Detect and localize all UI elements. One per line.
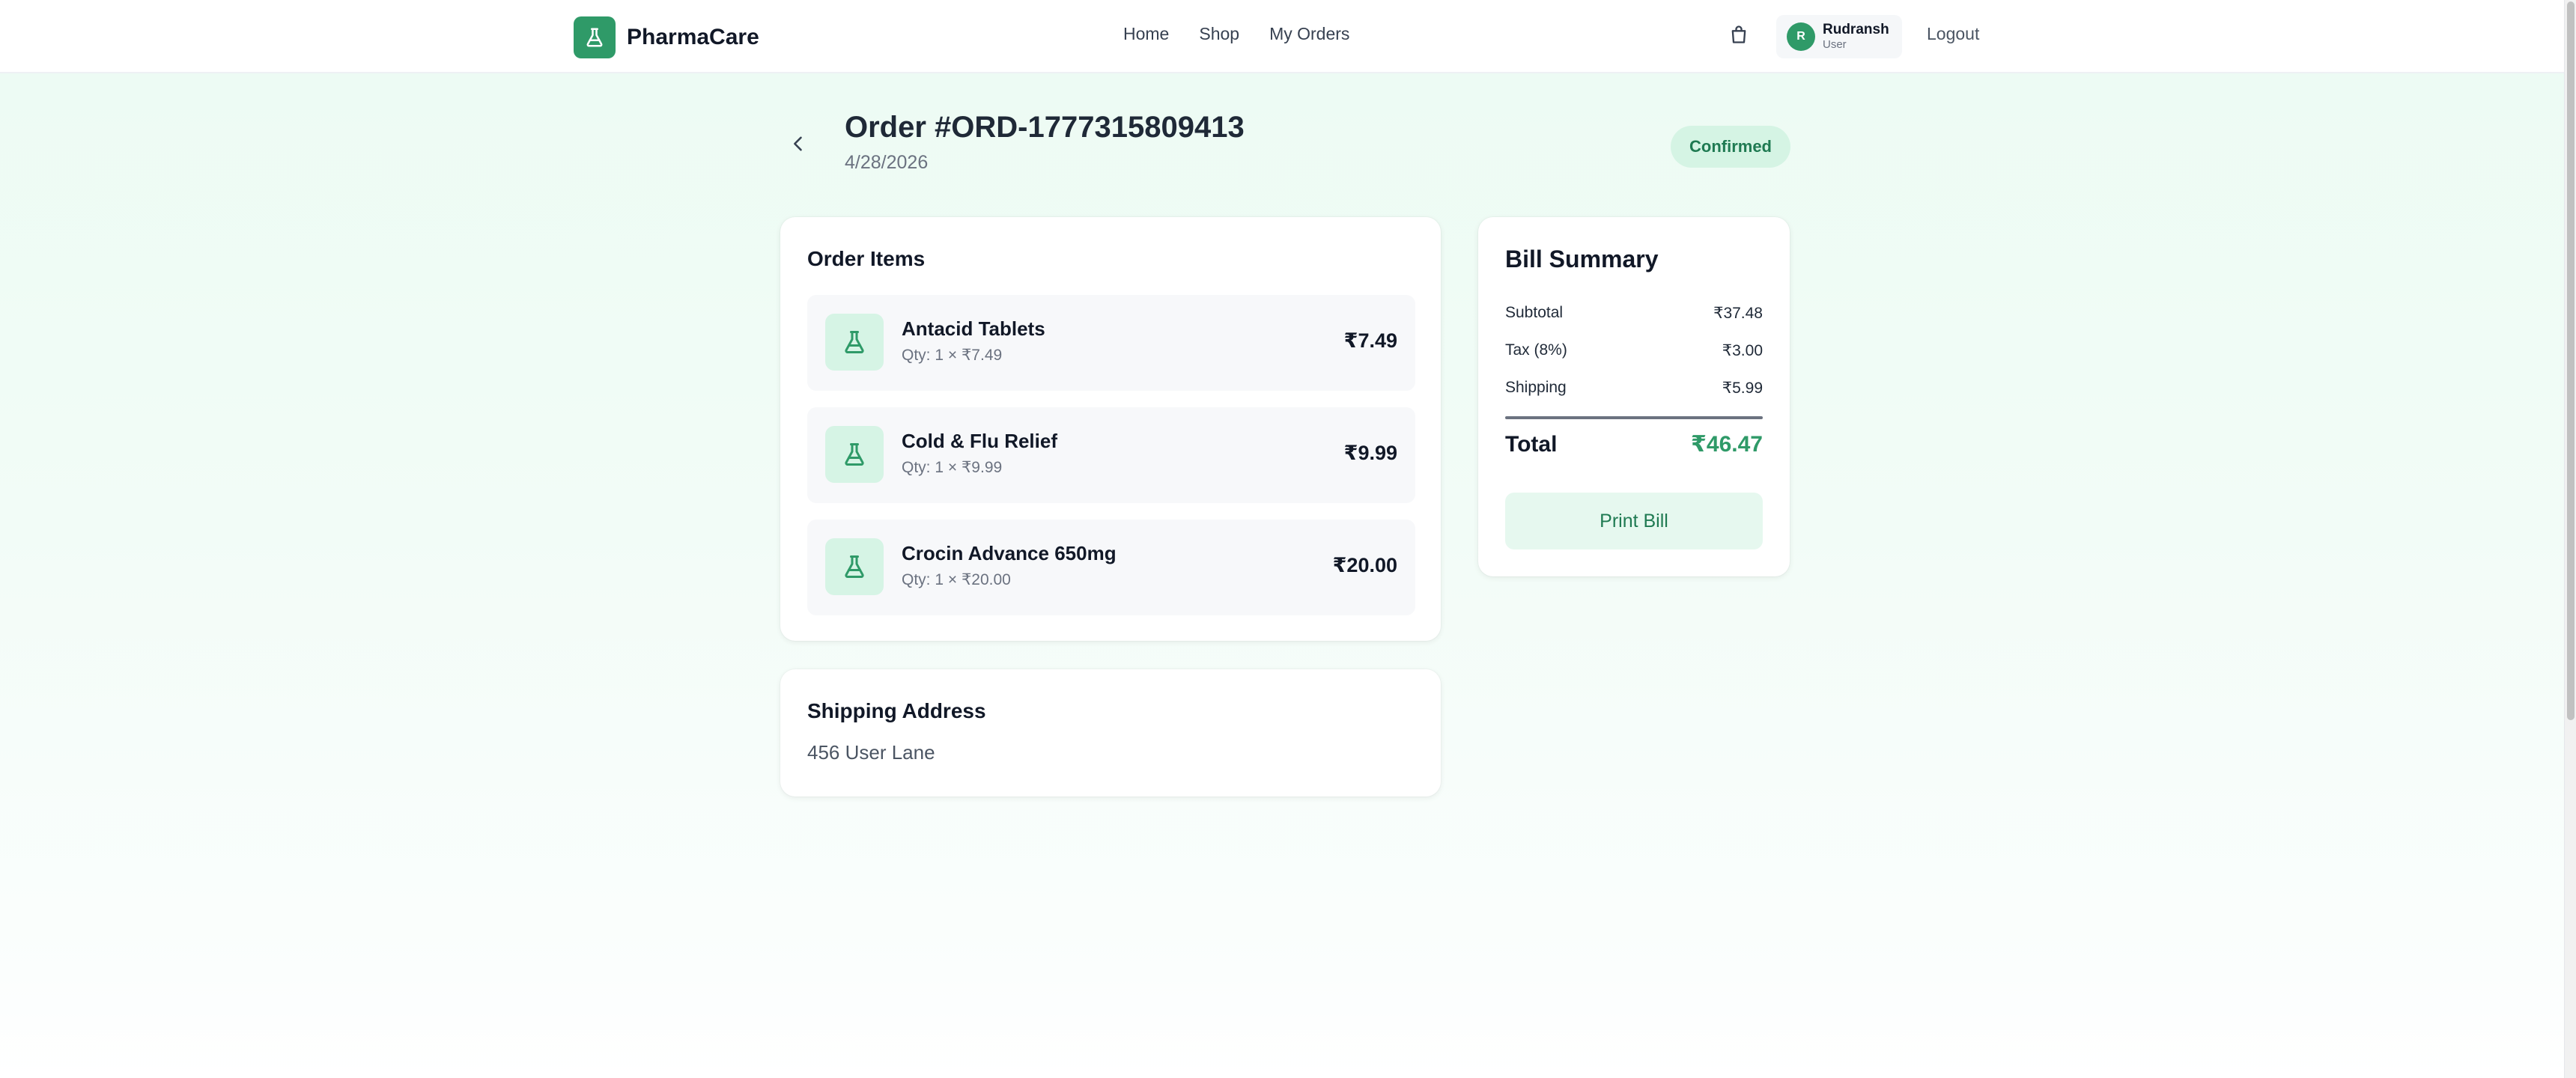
logout-button[interactable]: Logout (1927, 24, 1979, 44)
page-title: Order #ORD-1777315809413 (845, 111, 1245, 144)
shipping-address-card: Shipping Address 456 User Lane (780, 669, 1441, 797)
item-price: ₹7.49 (1343, 329, 1397, 352)
item-qty: Qty: 1 × ₹7.49 (902, 347, 1003, 364)
item-qty: Qty: 1 × ₹9.99 (902, 459, 1003, 476)
shopping-bag-icon (1728, 24, 1749, 49)
nav-my-orders-link[interactable]: My Orders (1269, 24, 1349, 44)
total-row: Total ₹46.47 (1505, 431, 1763, 457)
shipping-value: ₹5.99 (1722, 380, 1763, 397)
user-menu[interactable]: R Rudransh User (1776, 15, 1902, 58)
list-item: Cold & Flu Relief Qty: 1 × ₹9.99 ₹9.99 (807, 407, 1415, 503)
item-price: ₹9.99 (1343, 442, 1397, 464)
flask-icon (825, 426, 884, 483)
main-nav: Home Shop My Orders (1123, 24, 1379, 44)
brand-logo-link[interactable]: PharmaCare (574, 16, 759, 58)
item-price: ₹20.00 (1332, 554, 1397, 576)
item-name: Cold & Flu Relief (902, 430, 1057, 452)
avatar: R (1787, 22, 1815, 51)
total-label: Total (1505, 431, 1558, 457)
status-badge: Confirmed (1671, 126, 1790, 168)
cart-button[interactable] (1725, 22, 1752, 49)
back-button[interactable] (788, 129, 809, 162)
item-qty: Qty: 1 × ₹20.00 (902, 571, 1011, 588)
total-value: ₹46.47 (1691, 432, 1763, 457)
list-item: Antacid Tablets Qty: 1 × ₹7.49 ₹7.49 (807, 295, 1415, 391)
print-bill-button[interactable]: Print Bill (1505, 493, 1763, 549)
tax-row: Tax (8%) ₹3.00 (1505, 341, 1763, 360)
scrollbar-thumb[interactable] (2567, 1, 2575, 720)
subtotal-row: Subtotal ₹37.48 (1505, 304, 1763, 323)
tax-value: ₹3.00 (1722, 342, 1763, 359)
order-items-card: Order Items Antacid Tablets Qty: 1 × ₹7.… (780, 217, 1441, 641)
order-date: 4/28/2026 (845, 152, 929, 173)
subtotal-label: Subtotal (1505, 304, 1564, 321)
item-name: Crocin Advance 650mg (902, 542, 1117, 564)
user-role: User (1823, 38, 1847, 51)
order-items-title: Order Items (807, 247, 926, 270)
shipping-label: Shipping (1505, 379, 1567, 396)
bill-summary-card: Bill Summary Subtotal ₹37.48 Tax (8%) ₹3… (1478, 217, 1790, 576)
flask-icon (574, 16, 616, 58)
nav-shop-link[interactable]: Shop (1199, 24, 1239, 44)
bill-summary-title: Bill Summary (1505, 246, 1659, 272)
top-navbar: PharmaCare Home Shop My Orders R Rudrans… (0, 0, 2576, 73)
user-meta: Rudransh User (1823, 22, 1889, 52)
bill-divider (1505, 416, 1763, 419)
flask-icon (825, 314, 884, 371)
nav-home-link[interactable]: Home (1123, 24, 1169, 44)
page-scrollbar[interactable] (2564, 0, 2576, 1078)
shipping-address-text: 456 User Lane (807, 741, 935, 764)
user-name: Rudransh (1823, 22, 1889, 37)
chevron-left-icon (788, 133, 809, 158)
flask-icon (825, 538, 884, 595)
tax-label: Tax (8%) (1505, 341, 1567, 359)
shipping-address-title: Shipping Address (807, 699, 986, 722)
subtotal-value: ₹37.48 (1713, 305, 1763, 322)
brand-name: PharmaCare (627, 25, 759, 49)
shipping-row: Shipping ₹5.99 (1505, 379, 1763, 398)
item-name: Antacid Tablets (902, 317, 1045, 340)
list-item: Crocin Advance 650mg Qty: 1 × ₹20.00 ₹20… (807, 520, 1415, 615)
